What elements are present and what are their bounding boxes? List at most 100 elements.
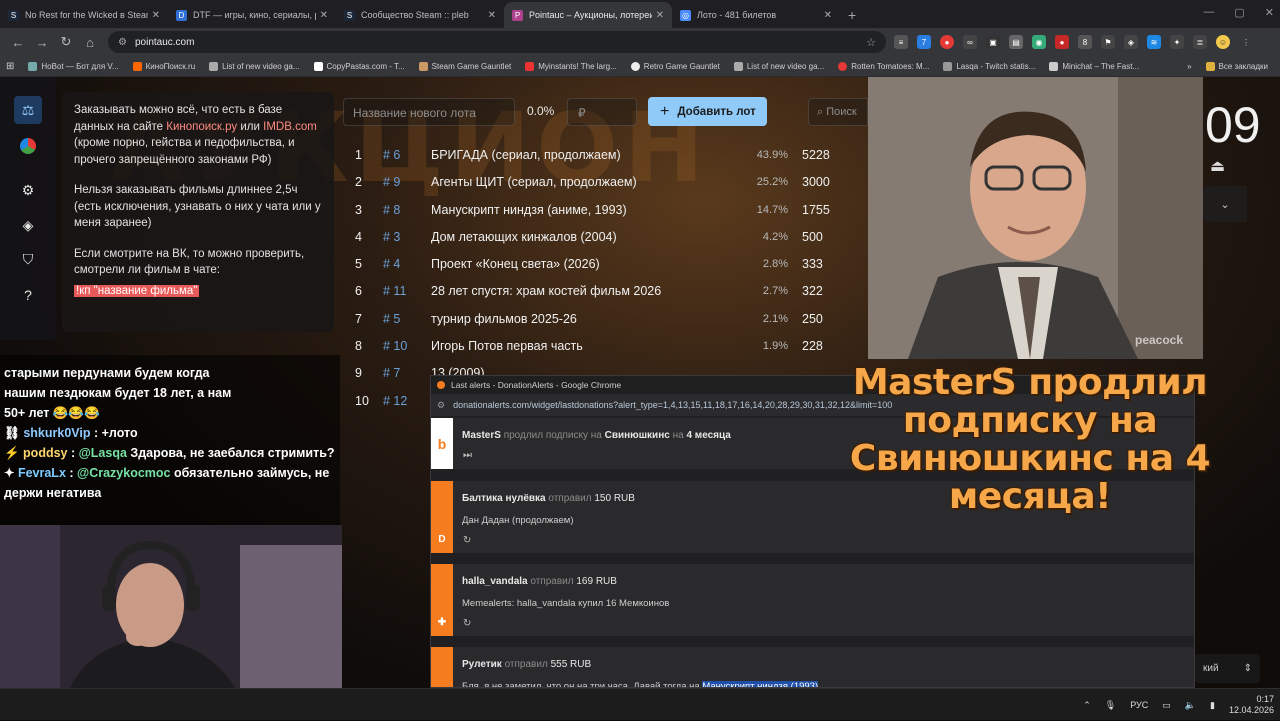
reading-list-icon[interactable]: ≣: [1193, 35, 1207, 49]
bookmark-item[interactable]: HoBot — Бот для V...: [28, 61, 119, 71]
url-field[interactable]: ⚙ pointauc.com ☆: [108, 31, 886, 53]
extension-icon[interactable]: ⚑: [1101, 35, 1115, 49]
forward-icon[interactable]: →: [30, 35, 54, 50]
all-bookmarks[interactable]: Все закладки: [1205, 61, 1268, 71]
clock[interactable]: 0:17 12.04.2026: [1229, 694, 1274, 716]
browser-tab[interactable]: D DTF — игры, кино, сериалы, р ✕: [168, 2, 336, 28]
alert-type-icon: D: [431, 647, 453, 687]
lot-percent: 2.7%: [762, 285, 788, 298]
lot-row[interactable]: 7 # 5 турнир фильмов 2025-26 2.1% 250: [343, 306, 873, 333]
eject-icon[interactable]: ⏏: [1210, 156, 1225, 176]
close-tab-icon[interactable]: ✕: [656, 10, 664, 21]
lot-percent: 4.2%: [762, 230, 788, 243]
browser-tab-active[interactable]: P Pointauc – Аукционы, лотереи ✕: [504, 2, 672, 28]
add-lot-button[interactable]: + Добавить лот: [648, 97, 767, 126]
close-tab-icon[interactable]: ✕: [488, 10, 496, 21]
lot-row[interactable]: 8 # 10 Игорь Потов первая часть 1.9% 228: [343, 333, 873, 360]
lot-row[interactable]: 5 # 4 Проект «Конец света» (2026) 2.8% 333: [343, 251, 873, 278]
bookmark-item[interactable]: CopyPastas.com - T...: [313, 61, 405, 71]
bookmark-item[interactable]: Lasqa - Twitch statis...: [943, 61, 1035, 71]
bookmark-item[interactable]: Steam Game Gauntlet: [418, 61, 511, 71]
chat-line: нашим пездюкам будет 18 лет, а нам: [4, 386, 232, 400]
new-tab-button[interactable]: +: [840, 2, 864, 28]
extension-icon[interactable]: 8: [1078, 35, 1092, 49]
lot-amount: 3000: [802, 175, 830, 190]
wheel-icon[interactable]: [14, 132, 42, 160]
reload-icon[interactable]: ↻: [54, 34, 78, 50]
chevron-down-icon[interactable]: ⌄: [1203, 186, 1247, 222]
maximize-icon[interactable]: ▢: [1234, 6, 1244, 19]
shield-icon[interactable]: ⛉: [14, 245, 42, 273]
layers-icon[interactable]: ◈: [14, 211, 42, 239]
browser-tab[interactable]: S Сообщество Steam :: pleb ✕: [336, 2, 504, 28]
mic-icon[interactable]: 🎙: [1105, 700, 1116, 711]
lot-row[interactable]: 6 # 11 28 лет спустя: храм костей фильм 20…: [343, 278, 873, 305]
partial-select[interactable]: кий ⇕: [1195, 654, 1260, 683]
alert-header: Рулетик отправил 555 RUB: [462, 659, 591, 670]
kinopoisk-link[interactable]: Кинопоиск.ру: [166, 121, 237, 133]
menu-icon[interactable]: ⋮: [1239, 35, 1253, 49]
puzzle-icon[interactable]: ✦: [1170, 35, 1184, 49]
extension-icon[interactable]: ▤: [1009, 35, 1023, 49]
close-tab-icon[interactable]: ✕: [824, 10, 832, 21]
bookmark-item[interactable]: Retro Game Gauntlet: [630, 61, 720, 71]
extension-icon[interactable]: ●: [1055, 35, 1069, 49]
replay-icon[interactable]: ↻: [463, 535, 471, 546]
extension-icon[interactable]: 7: [917, 35, 931, 49]
home-icon[interactable]: ⌂: [78, 35, 102, 50]
lot-row[interactable]: 2 # 9 Агенты ЩИТ (сериал, продолжаем) 25.2%…: [343, 169, 873, 196]
volume-icon[interactable]: 🔈: [1185, 700, 1196, 711]
help-icon[interactable]: ?: [14, 281, 42, 309]
close-tab-icon[interactable]: ✕: [152, 10, 160, 21]
extension-icon[interactable]: ●: [940, 35, 954, 49]
bookmark-item[interactable]: Minichat – The Fast...: [1049, 61, 1139, 71]
close-tab-icon[interactable]: ✕: [320, 10, 328, 21]
bookmark-item[interactable]: КиноПоиск.ru: [132, 61, 195, 71]
language-indicator[interactable]: РУС: [1130, 700, 1148, 710]
tray-expand-icon[interactable]: ⌃: [1083, 700, 1091, 711]
network-icon[interactable]: ▭: [1162, 700, 1171, 711]
browser-tab[interactable]: S No Rest for the Wicked в Steam ✕: [0, 2, 168, 28]
extension-icon[interactable]: ∞: [963, 35, 977, 49]
bookmark-item[interactable]: Myinstants! The larg...: [525, 61, 617, 71]
extension-icon[interactable]: ≡: [894, 35, 908, 49]
extension-icon[interactable]: ◈: [1124, 35, 1138, 49]
site-info-icon[interactable]: ⚙: [118, 37, 127, 48]
avatar[interactable]: ☺: [1216, 35, 1230, 49]
bookmark-item[interactable]: List of new video ga...: [209, 61, 300, 71]
imdb-link[interactable]: IMDB.com: [263, 121, 317, 133]
browser-tab[interactable]: ◎ Лото - 481 билетов ✕: [672, 2, 840, 28]
alert-message-text: Бля, я не заметил, что он на три часа. Д…: [462, 681, 700, 688]
back-icon[interactable]: ←: [6, 35, 30, 50]
lot-row[interactable]: 3 # 8 Манускрипт ниндзя (аниме, 1993) 14.7%…: [343, 197, 873, 224]
minimize-icon[interactable]: —: [1203, 6, 1214, 19]
gavel-icon[interactable]: ⚖: [14, 96, 42, 124]
site-info-icon[interactable]: ⚙: [437, 400, 445, 411]
settings-icon[interactable]: ⚙: [14, 176, 42, 204]
bookmark-star-icon[interactable]: ☆: [866, 36, 876, 49]
amount-input[interactable]: ₽: [567, 98, 637, 126]
skip-icon[interactable]: ⏭: [463, 450, 472, 461]
lot-row[interactable]: 1 # 6 БРИГАДА (сериал, продолжаем) 43.9% 522…: [343, 142, 873, 169]
selected-text: Манускрипт ниндзя (1993): [702, 681, 819, 687]
reaction-video: [868, 77, 1203, 359]
extension-icon[interactable]: ≋: [1147, 35, 1161, 49]
apps-icon[interactable]: ⊞: [6, 61, 14, 72]
badge-icon: ⛓: [4, 426, 24, 440]
lot-row[interactable]: 4 # 3 Дом летающих кинжалов (2004) 4.2% 500: [343, 224, 873, 251]
replay-icon[interactable]: ↻: [463, 618, 471, 629]
bookmark-item[interactable]: Rotten Tomatoes: M...: [838, 61, 929, 71]
battery-icon[interactable]: ▮: [1210, 700, 1215, 711]
close-window-icon[interactable]: ✕: [1265, 6, 1274, 19]
lot-id: # 11: [383, 284, 407, 299]
bookmarks-more[interactable]: »: [1187, 62, 1191, 71]
alert-verb: отправил: [504, 659, 548, 670]
extension-icon[interactable]: ◉: [1032, 35, 1046, 49]
alert-verb: отправил: [548, 493, 592, 504]
alert-card[interactable]: D Рулетик отправил 555 RUB Бля, я не замет…: [431, 647, 1194, 688]
bookmark-item[interactable]: List of new video ga...: [733, 61, 824, 71]
lot-name-input[interactable]: Название нового лота: [343, 98, 515, 126]
alert-card[interactable]: ✚ halla_vandala отправил 169 RUB Memealert…: [431, 564, 1194, 636]
search-input[interactable]: ⌕ Поиск: [808, 98, 868, 126]
extension-icon[interactable]: ▣: [986, 35, 1000, 49]
